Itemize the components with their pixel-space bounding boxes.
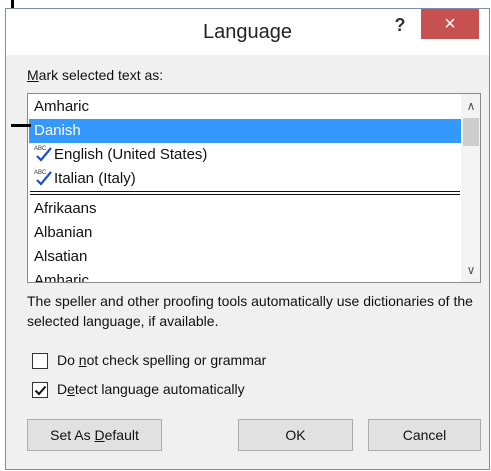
language-dialog: Language ? × Mark selected text as: Amha… [5,8,490,470]
no-check-label[interactable]: Do not check spelling or grammar [57,352,266,368]
detect-language-checkbox[interactable] [32,382,48,398]
svg-text:ABC: ABC [34,146,47,152]
list-item-danish[interactable]: Danish [29,119,461,143]
language-listbox[interactable]: Amharic Danish ABC English (United State… [27,93,481,283]
list-item-amharic[interactable]: Amharic [29,269,461,282]
no-check-checkbox[interactable] [32,353,48,369]
list-separator [30,191,460,192]
list-item-afrikaans[interactable]: Afrikaans [29,197,461,221]
spell-check-icon: ABC [34,170,52,186]
callout-line [11,124,31,127]
ok-button[interactable]: OK [238,419,353,451]
proofing-description: The speller and other proofing tools aut… [27,293,473,329]
list-item-amharic-recent[interactable]: Amharic [29,95,461,119]
scroll-up-icon[interactable]: ∧ [461,94,480,118]
list-item-albanian[interactable]: Albanian [29,221,461,245]
svg-text:ABC: ABC [34,170,47,176]
set-as-default-button[interactable]: Set As Default [27,419,162,451]
checkmark-icon [34,385,47,396]
list-item-italian[interactable]: ABC Italian (Italy) [29,167,461,191]
scroll-down-icon[interactable]: ∨ [461,258,480,282]
list-separator [30,194,460,195]
list-item-label: English (United States) [54,146,208,163]
title-bar: Language ? × [6,9,489,55]
list-item-alsatian[interactable]: Alsatian [29,245,461,269]
cancel-button[interactable]: Cancel [368,419,481,451]
spell-check-icon: ABC [34,146,52,162]
vertical-scrollbar[interactable]: ∧ ∨ [461,94,480,282]
scrollbar-thumb[interactable] [463,118,479,146]
list-item-english-us[interactable]: ABC English (United States) [29,143,461,167]
list-item-label: Italian (Italy) [54,170,136,187]
list-label: Mark selected text as: [27,67,164,83]
detect-language-label[interactable]: Detect language automatically [57,381,245,397]
close-button[interactable]: × [421,9,479,39]
help-button[interactable]: ? [381,9,419,41]
